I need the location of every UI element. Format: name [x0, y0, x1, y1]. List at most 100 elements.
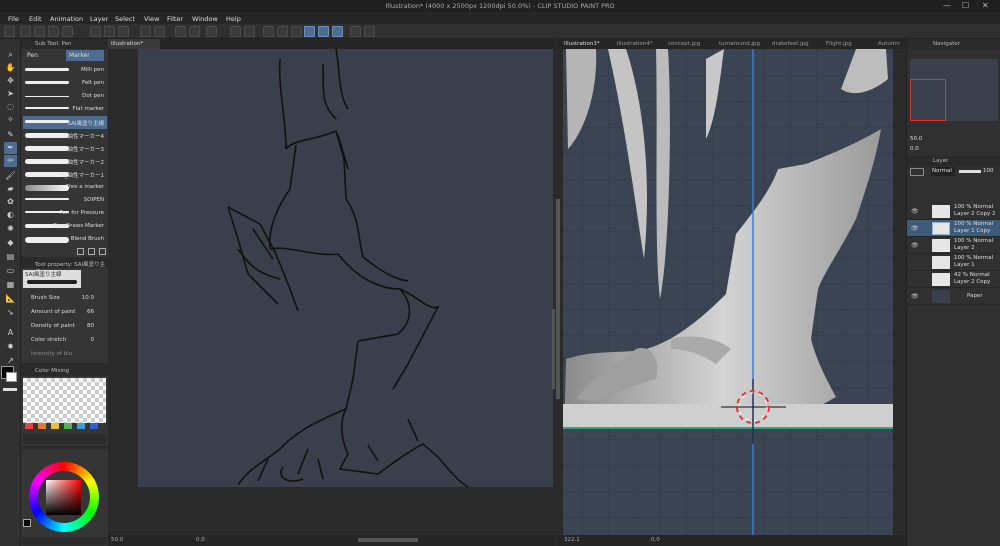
camera-icon[interactable] [90, 26, 101, 37]
menu-layer[interactable]: Layer [90, 15, 108, 23]
new-file-icon[interactable] [20, 26, 31, 37]
color-stretch-value[interactable]: 0 [91, 337, 95, 343]
create-subtool-icon[interactable] [77, 248, 84, 255]
operation-tool-icon[interactable]: ➘ [4, 307, 17, 319]
right-doc-tab[interactable]: Illustration3* [564, 41, 600, 49]
stabilize-1-icon[interactable] [304, 26, 315, 37]
left-canvas-drawing[interactable] [108, 49, 555, 546]
menu-view[interactable]: View [144, 15, 159, 23]
tab-marker[interactable]: Marker [66, 50, 104, 61]
fill-tool-icon[interactable]: ◆ [4, 237, 17, 249]
brush-size-row[interactable]: Brush Size 10.0 [23, 293, 107, 305]
menu-animation[interactable]: Animation [50, 15, 83, 23]
invert-selection-icon[interactable] [291, 26, 302, 37]
clip-studio-icon[interactable] [4, 26, 15, 37]
menu-edit[interactable]: Edit [29, 15, 42, 23]
stabilize-3-icon[interactable] [332, 26, 343, 37]
right-doc-tab[interactable]: concept.jpg [668, 41, 700, 49]
fill-icon[interactable] [230, 26, 241, 37]
swatch-blue[interactable] [90, 423, 98, 429]
close-button[interactable]: ✕ [982, 1, 989, 10]
visibility-eye-icon[interactable]: 👁 [911, 208, 919, 215]
left-angle-value[interactable]: 0.0 [196, 537, 205, 543]
swatch-orange[interactable] [38, 423, 46, 429]
learn-icon[interactable] [154, 26, 165, 37]
mixing-canvas[interactable] [23, 378, 106, 423]
layer-row[interactable]: 👁 100 % Normal Layer 2 Copy 2 [907, 203, 1000, 220]
navigator-viewport-frame[interactable] [910, 79, 946, 121]
maximize-button[interactable]: ☐ [962, 1, 969, 10]
brush-item[interactable]: 3_油性マーカー1 [23, 168, 107, 181]
right-canvas-3d-view[interactable] [556, 49, 906, 536]
density-of-paint-row[interactable]: Density of paint 80 [23, 321, 107, 333]
figure-tool-icon[interactable]: ▭ [4, 265, 17, 277]
delete-subtool-icon[interactable] [99, 248, 106, 255]
right-zoom-value[interactable]: 322.1 [564, 537, 580, 543]
deselect-icon[interactable] [277, 26, 288, 37]
eyedropper-icon[interactable]: ✎ [4, 129, 17, 141]
brush-tool-icon[interactable]: 🖌 [4, 170, 17, 182]
menu-select[interactable]: Select [115, 15, 135, 23]
move-tool-icon[interactable]: ✥ [4, 75, 17, 87]
navigator-zoom-value[interactable]: 50.0 [910, 136, 922, 142]
amount-of-paint-value[interactable]: 66 [87, 309, 94, 315]
brush-item-selected[interactable]: SAI風塗り主線 [23, 116, 107, 129]
export-icon[interactable] [62, 26, 73, 37]
text-tool-icon[interactable]: A [4, 327, 17, 339]
menu-window[interactable]: Window [192, 15, 218, 23]
select-all-icon[interactable] [263, 26, 274, 37]
layer-row[interactable]: 👁 100 % Normal Layer 2 [907, 237, 1000, 254]
transform-icon[interactable] [244, 26, 255, 37]
ruler-tool-icon[interactable]: 📐 [4, 293, 17, 305]
settings-icon[interactable] [118, 26, 129, 37]
density-of-paint-value[interactable]: 80 [87, 323, 94, 329]
tab-pen[interactable]: Pen [24, 50, 62, 61]
visibility-eye-icon[interactable]: 👁 [911, 225, 919, 232]
right-doc-tab[interactable]: Autumn [878, 41, 900, 49]
transparent-color-icon[interactable] [3, 388, 17, 391]
brush-item[interactable]: Blend Brush [23, 233, 107, 246]
brush-item[interactable]: Felt pen [23, 77, 107, 90]
stabilize-2-icon[interactable] [318, 26, 329, 37]
left-horizontal-scrollbar[interactable] [358, 538, 418, 542]
balloon-tool-icon[interactable]: ✸ [4, 341, 17, 353]
blend-tool-icon[interactable]: ◐ [4, 209, 17, 221]
arrow-tool-icon[interactable]: ➤ [4, 88, 17, 100]
wheel-main-color[interactable] [23, 519, 31, 527]
eraser-tool-icon[interactable]: ▰ [4, 183, 17, 195]
intensity-of-blur-row[interactable]: Intensity of blu [23, 349, 107, 361]
saturation-square[interactable] [46, 480, 81, 515]
layer-mode-icon[interactable] [910, 168, 924, 176]
blend-mode-select[interactable]: Normal [931, 167, 955, 176]
left-doc-tab[interactable]: Illustration* [108, 39, 160, 49]
navigator-angle-value[interactable]: 0.0 [910, 146, 919, 152]
airbrush-tool-icon[interactable]: ✺ [4, 223, 17, 235]
swatch-red[interactable] [25, 423, 33, 429]
menu-file[interactable]: File [8, 15, 19, 23]
menu-help[interactable]: Help [226, 15, 241, 23]
brush-item[interactable]: Dot pen [23, 90, 107, 103]
layer-row-selected[interactable]: 👁 100 % Normal Layer 1 Copy [907, 220, 1000, 237]
pen-tool-icon[interactable]: ✒ [4, 142, 17, 154]
opacity-slider[interactable] [959, 170, 981, 173]
zoom-tool-icon[interactable]: ⌕ [4, 49, 17, 61]
hand-tool-icon[interactable]: ✋ [4, 62, 17, 74]
swatch-yellow[interactable] [51, 423, 59, 429]
brush-item[interactable]: 油性マーカー4 [23, 129, 107, 142]
magic-wand-icon[interactable]: ✧ [4, 114, 17, 126]
minimize-button[interactable]: — [943, 1, 951, 10]
sub-color-swatch[interactable] [6, 372, 17, 382]
snap-ruler-icon[interactable] [350, 26, 361, 37]
brush-size-value[interactable]: 10.0 [82, 295, 94, 301]
brush-item[interactable]: Tree a marker [23, 181, 107, 194]
right-doc-tab[interactable]: drakefeet.jpg [772, 41, 809, 49]
right-vertical-scrollbar[interactable] [556, 199, 560, 399]
right-doc-tab[interactable]: turnaround.jpg [719, 41, 760, 49]
visibility-eye-icon[interactable]: 👁 [911, 293, 919, 300]
record-icon[interactable] [104, 26, 115, 37]
layer-opacity-value[interactable]: 100 [983, 168, 994, 174]
brush-item[interactable]: Milli pen [23, 64, 107, 77]
left-zoom-value[interactable]: 50.0 [111, 537, 123, 543]
brush-item[interactable]: 油性マーカー2 [23, 155, 107, 168]
visibility-eye-icon[interactable]: 👁 [911, 242, 919, 249]
